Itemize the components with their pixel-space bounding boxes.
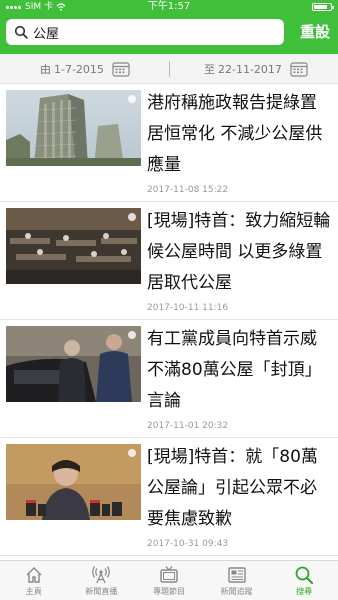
search-box[interactable] xyxy=(6,19,284,45)
tab-label: 專題節目 xyxy=(152,586,185,596)
article-list: 港府稱施政報告提綠置居恒常化 不減少公屋供應量 2017-11-08 15:22… xyxy=(0,84,338,560)
article-headline: [現場]特首：就「80萬公屋論」引起公眾不必要焦慮致歉 xyxy=(147,447,318,529)
reset-button[interactable]: 重設 xyxy=(300,20,330,44)
tab-home[interactable]: 主頁 xyxy=(0,561,68,600)
search-icon xyxy=(14,25,28,39)
search-icon xyxy=(295,566,314,584)
header-bar: SIM 卡 下午1:57 重設 xyxy=(0,0,338,54)
article-thumbnail xyxy=(6,444,141,520)
date-from-prefix: 由 xyxy=(40,63,51,76)
article-headline: 港府稱施政報告提綠置居恒常化 不減少公屋供應量 xyxy=(147,93,323,175)
home-icon xyxy=(26,566,42,583)
tab-live[interactable]: 新聞直播 xyxy=(68,561,136,600)
article-time: 2017-10-11 11:16 xyxy=(147,303,229,313)
battery-icon xyxy=(312,3,334,11)
date-from-picker[interactable]: 由 1-7-2015 xyxy=(40,54,130,84)
tab-label: 新聞直播 xyxy=(85,586,118,596)
tab-programs[interactable]: 專題節目 xyxy=(135,561,203,600)
article-item[interactable]: [現場]特首：致力縮短輪候公屋時間 以更多綠置居取代公屋 2017-10-11 … xyxy=(0,202,338,320)
tab-label: 主頁 xyxy=(25,586,42,596)
article-thumbnail xyxy=(6,90,141,166)
date-divider xyxy=(169,61,170,77)
tab-search[interactable]: 搜尋 xyxy=(270,561,338,600)
date-to-prefix: 至 xyxy=(204,63,215,76)
article-headline: 有工黨成員向特首示威 不滿80萬公屋「封頂」言論 xyxy=(147,329,322,411)
broadcast-icon xyxy=(92,565,111,583)
article-headline: [現場]特首：致力縮短輪候公屋時間 以更多綠置居取代公屋 xyxy=(147,211,331,293)
calendar-icon xyxy=(290,62,308,77)
article-item[interactable]: [現場]特首：就「80萬公屋論」引起公眾不必要焦慮致歉 2017-10-31 0… xyxy=(0,438,338,556)
article-time: 2017-10-31 09:43 xyxy=(147,539,229,549)
date-filter-bar: 由 1-7-2015 至 22-11-2017 xyxy=(0,54,338,84)
date-to-value: 22-11-2017 xyxy=(218,62,282,76)
search-input[interactable] xyxy=(33,24,273,40)
article-item[interactable]: 港府稱施政報告提綠置居恒常化 不減少公屋供應量 2017-11-08 15:22 xyxy=(0,84,338,202)
tab-tracking[interactable]: 新聞追蹤 xyxy=(203,561,271,600)
app-screen: SIM 卡 下午1:57 重設 由 1-7-2015 至 22-11-2017 xyxy=(0,0,338,600)
date-to-picker[interactable]: 至 22-11-2017 xyxy=(204,54,308,84)
newspaper-icon xyxy=(227,566,246,583)
article-time: 2017-11-08 15:22 xyxy=(147,185,229,195)
tab-label: 搜尋 xyxy=(296,586,313,596)
article-thumbnail xyxy=(6,326,141,402)
tab-label: 新聞追蹤 xyxy=(220,586,253,596)
status-bar: SIM 卡 下午1:57 xyxy=(0,0,338,14)
status-time: 下午1:57 xyxy=(147,1,191,12)
article-time: 2017-11-01 20:32 xyxy=(147,421,229,431)
tv-icon xyxy=(160,565,178,583)
article-item[interactable]: 有工黨成員向特首示威 不滿80萬公屋「封頂」言論 2017-11-01 20:3… xyxy=(0,320,338,438)
calendar-icon xyxy=(112,62,130,77)
date-from-value: 1-7-2015 xyxy=(54,62,104,76)
bottom-tab-bar: 主頁 新聞直播 專題節目 新聞追蹤 搜尋 xyxy=(0,560,338,600)
article-thumbnail xyxy=(6,208,141,284)
